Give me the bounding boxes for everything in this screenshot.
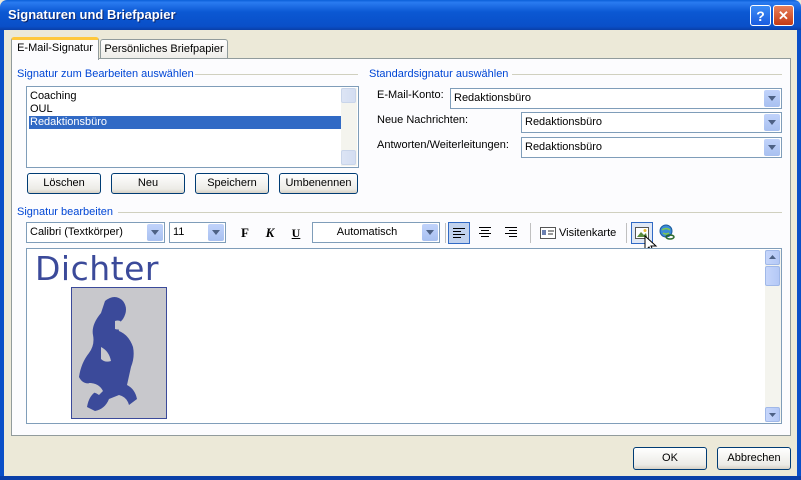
chevron-down-icon bbox=[764, 90, 780, 107]
font-size-value: 11 bbox=[173, 226, 185, 238]
email-account-value: Redaktionsbüro bbox=[454, 92, 532, 104]
business-card-icon bbox=[540, 227, 556, 239]
cancel-button[interactable]: Abbrechen bbox=[717, 447, 791, 470]
signature-editor[interactable]: Dichter bbox=[26, 248, 782, 424]
align-left-button[interactable] bbox=[448, 222, 470, 244]
email-account-label: E-Mail-Konto: bbox=[377, 89, 444, 101]
tab-personal-stationery[interactable]: Persönliches Briefpapier bbox=[100, 39, 228, 60]
window-border-bottom bbox=[0, 476, 801, 480]
scroll-up-button[interactable] bbox=[765, 250, 780, 265]
toolbar-separator bbox=[445, 223, 446, 243]
scroll-down-button[interactable] bbox=[765, 407, 780, 422]
close-button[interactable]: ✕ bbox=[773, 5, 794, 26]
listbox-scrollbar[interactable] bbox=[341, 88, 357, 166]
divider bbox=[195, 74, 358, 75]
chevron-down-icon bbox=[769, 413, 776, 417]
underline-button[interactable]: U bbox=[285, 222, 307, 244]
scroll-down-button[interactable] bbox=[341, 150, 356, 165]
list-item[interactable]: OUL bbox=[29, 103, 342, 116]
font-select[interactable]: Calibri (Textkörper) bbox=[26, 222, 165, 243]
signature-text: Dichter bbox=[35, 249, 159, 288]
email-account-select[interactable]: Redaktionsbüro bbox=[450, 88, 782, 109]
new-button[interactable]: Neu bbox=[111, 173, 185, 194]
signature-listbox[interactable]: Coaching OUL Redaktionsbüro bbox=[26, 86, 359, 168]
font-value: Calibri (Textkörper) bbox=[30, 226, 123, 238]
align-left-icon bbox=[453, 228, 465, 238]
new-messages-value: Redaktionsbüro bbox=[525, 116, 603, 128]
chevron-up-icon bbox=[769, 255, 776, 259]
business-card-button[interactable]: Visitenkarte bbox=[537, 222, 620, 244]
help-icon: ? bbox=[756, 8, 765, 24]
font-size-select[interactable]: 11 bbox=[169, 222, 226, 243]
edit-signature-heading: Signatur bearbeiten bbox=[17, 206, 114, 218]
chevron-down-icon bbox=[147, 224, 163, 241]
align-center-icon bbox=[479, 227, 491, 237]
rename-button[interactable]: Umbenennen bbox=[279, 173, 358, 194]
list-item-selected[interactable]: Redaktionsbüro bbox=[29, 116, 342, 129]
bold-button[interactable]: F bbox=[234, 222, 256, 244]
tab-email-signature-label: E-Mail-Signatur bbox=[17, 42, 93, 54]
delete-button[interactable]: Löschen bbox=[27, 173, 101, 194]
divider bbox=[118, 212, 782, 213]
italic-button[interactable]: K bbox=[259, 222, 281, 244]
save-button[interactable]: Speichern bbox=[195, 173, 269, 194]
close-icon: ✕ bbox=[778, 8, 789, 23]
align-right-button[interactable] bbox=[500, 222, 522, 244]
scroll-thumb[interactable] bbox=[765, 266, 780, 286]
chevron-down-icon bbox=[764, 139, 780, 156]
window-title: Signaturen und Briefpapier bbox=[8, 7, 176, 22]
chevron-down-icon bbox=[208, 224, 224, 241]
new-messages-label: Neue Nachrichten: bbox=[377, 114, 469, 126]
align-center-button[interactable] bbox=[474, 222, 496, 244]
hyperlink-icon bbox=[659, 224, 675, 240]
font-color-select[interactable]: Automatisch bbox=[312, 222, 440, 243]
toolbar-separator bbox=[626, 223, 627, 243]
replies-value: Redaktionsbüro bbox=[525, 141, 603, 153]
editor-scrollbar[interactable] bbox=[765, 250, 781, 422]
ok-button[interactable]: OK bbox=[633, 447, 707, 470]
replies-select[interactable]: Redaktionsbüro bbox=[521, 137, 782, 158]
thinker-logo-image bbox=[71, 287, 167, 419]
scroll-up-button[interactable] bbox=[341, 88, 356, 103]
toolbar-separator bbox=[530, 223, 531, 243]
chevron-down-icon bbox=[422, 224, 438, 241]
tab-email-signature[interactable]: E-Mail-Signatur bbox=[11, 37, 99, 60]
hyperlink-button[interactable] bbox=[656, 222, 678, 244]
business-card-label: Visitenkarte bbox=[559, 227, 617, 239]
window-border-right bbox=[797, 30, 801, 480]
font-color-value: Automatisch bbox=[336, 226, 398, 238]
replies-label: Antworten/Weiterleitungen: bbox=[377, 139, 509, 151]
list-item[interactable]: Coaching bbox=[29, 90, 342, 103]
signature-select-heading: Signatur zum Bearbeiten auswählen bbox=[17, 68, 194, 80]
window-border-left bbox=[0, 30, 4, 480]
help-button[interactable]: ? bbox=[750, 5, 771, 26]
new-messages-select[interactable]: Redaktionsbüro bbox=[521, 112, 782, 133]
divider bbox=[512, 74, 782, 75]
tab-personal-stationery-label: Persönliches Briefpapier bbox=[104, 43, 224, 55]
chevron-down-icon bbox=[764, 114, 780, 131]
align-right-icon bbox=[505, 227, 517, 237]
default-signature-heading: Standardsignatur auswählen bbox=[369, 68, 509, 80]
